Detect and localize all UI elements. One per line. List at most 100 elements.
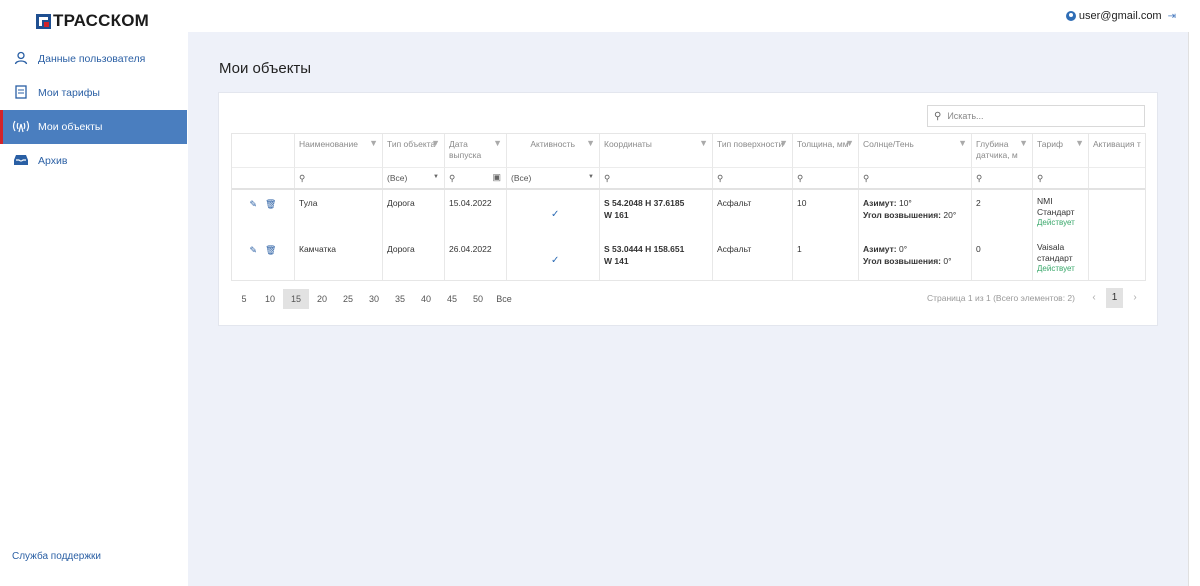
search-placeholder: Искать... bbox=[947, 111, 984, 121]
filter-icon[interactable]: ▼ bbox=[493, 138, 502, 149]
brand-name: ТРАССКОМ bbox=[53, 11, 149, 30]
search-icon: ⚲ bbox=[299, 172, 306, 183]
search-icon: ⚲ bbox=[717, 172, 724, 183]
tariff-status: Действует bbox=[1037, 218, 1075, 228]
filter-icon[interactable]: ▼ bbox=[369, 138, 378, 149]
page-size-option[interactable]: 5 bbox=[231, 289, 257, 309]
search-icon: ⚲ bbox=[797, 172, 804, 183]
column-header-type[interactable]: Тип объекта ▼ bbox=[383, 134, 445, 167]
cell-activity: ✓ bbox=[507, 190, 600, 236]
sidebar-item-label: Данные пользователя bbox=[38, 53, 146, 65]
page-size-option[interactable]: 20 bbox=[309, 289, 335, 309]
prev-page-icon[interactable]: ‹ bbox=[1087, 288, 1101, 308]
column-header-coordinates[interactable]: Координаты ▼ bbox=[600, 134, 713, 167]
search-icon: ⚲ bbox=[1037, 172, 1044, 183]
page-size-option[interactable]: 10 bbox=[257, 289, 283, 309]
cell-name: Камчатка bbox=[295, 236, 383, 280]
calendar-icon[interactable]: ▣ bbox=[492, 172, 501, 183]
filter-tariff-input[interactable]: ⚲ bbox=[1033, 167, 1089, 188]
filter-coordinates-input[interactable]: ⚲ bbox=[600, 167, 713, 188]
sidebar-item-user-data[interactable]: Данные пользователя bbox=[0, 42, 187, 76]
cell-date: 26.04.2022 bbox=[445, 236, 507, 280]
filter-activity-select[interactable]: (Все) ▼ bbox=[507, 167, 600, 188]
sidebar-item-archive[interactable]: Архив bbox=[0, 144, 187, 178]
sidebar-item-tariffs[interactable]: Мои тарифы bbox=[0, 76, 187, 110]
sidebar: Данные пользователя Мои тарифы Мои объек… bbox=[0, 32, 187, 586]
cell-thickness: 10 bbox=[793, 190, 859, 236]
page-size-option[interactable]: 45 bbox=[439, 289, 465, 309]
page-size-option[interactable]: 40 bbox=[413, 289, 439, 309]
table-filter-row: ⚲ (Все) ▼ ⚲ ▣ (Все) ▼ ⚲ ⚲ ⚲ ⚲ ⚲ ⚲ bbox=[232, 167, 1145, 190]
page-size-option-selected[interactable]: 15 bbox=[283, 289, 309, 309]
check-icon: ✓ bbox=[551, 255, 560, 266]
sidebar-item-label: Мои тарифы bbox=[38, 87, 100, 99]
page-info: Страница 1 из 1 (Всего элементов: 2) bbox=[927, 293, 1075, 303]
column-header-tariff[interactable]: Тариф ▼ bbox=[1033, 134, 1089, 167]
filter-type-select[interactable]: (Все) ▼ bbox=[383, 167, 445, 188]
user-menu[interactable]: user@gmail.com ⇥ bbox=[1065, 10, 1176, 22]
cell-sun-shade: Азимут: 0° Угол возвышения: 0° bbox=[859, 236, 972, 280]
scrollbar[interactable] bbox=[1188, 32, 1200, 586]
column-header-sun-shade[interactable]: Солнце/Тень ▼ bbox=[859, 134, 972, 167]
table-row[interactable]: ✎ 🗑 Тула Дорога 15.04.2022 ✓ S 54.2048 H … bbox=[232, 190, 1145, 236]
cell-date: 15.04.2022 bbox=[445, 190, 507, 236]
search-icon: ⚲ bbox=[976, 172, 983, 183]
cell-coordinates: S 54.2048 H 37.6185 W 161 bbox=[600, 190, 713, 236]
cell-thickness: 1 bbox=[793, 236, 859, 280]
sidebar-item-label: Мои объекты bbox=[38, 121, 103, 133]
objects-table: Наименование ▼ Тип объекта ▼ Дата выпуска ▼… bbox=[231, 133, 1146, 281]
filter-sun-shade-input[interactable]: ⚲ bbox=[859, 167, 972, 188]
filter-icon[interactable]: ▼ bbox=[845, 138, 854, 149]
main-content: Мои объекты ⚲ Искать... Наименование ▼ Ти… bbox=[188, 32, 1188, 586]
sidebar-item-label: Архив bbox=[38, 155, 68, 167]
chevron-down-icon: ▼ bbox=[433, 174, 439, 180]
column-header-surface[interactable]: Тип поверхности ▼ bbox=[713, 134, 793, 167]
filter-icon[interactable]: ▼ bbox=[1019, 138, 1028, 149]
filter-icon[interactable]: ▼ bbox=[586, 138, 595, 149]
cell-coordinates: S 53.0444 H 158.651 W 141 bbox=[600, 236, 713, 280]
search-input[interactable]: ⚲ Искать... bbox=[927, 105, 1145, 127]
page-number-button[interactable]: 1 bbox=[1106, 288, 1123, 308]
page-size-option[interactable]: 25 bbox=[335, 289, 361, 309]
page-title: Мои объекты bbox=[219, 60, 312, 77]
edit-icon[interactable]: ✎ bbox=[250, 198, 258, 211]
search-icon: ⚲ bbox=[863, 172, 870, 183]
page-size-option[interactable]: 30 bbox=[361, 289, 387, 309]
edit-icon[interactable]: ✎ bbox=[250, 244, 258, 257]
filter-date-input[interactable]: ⚲ ▣ bbox=[445, 167, 507, 188]
next-page-icon[interactable]: › bbox=[1128, 288, 1142, 308]
column-header-date[interactable]: Дата выпуска ▼ bbox=[445, 134, 507, 167]
filter-icon[interactable]: ▼ bbox=[699, 138, 708, 149]
filter-surface-input[interactable]: ⚲ bbox=[713, 167, 793, 188]
table-header-row: Наименование ▼ Тип объекта ▼ Дата выпуска ▼… bbox=[232, 134, 1145, 167]
filter-icon[interactable]: ▼ bbox=[779, 138, 788, 149]
column-header-thickness[interactable]: Толщина, мм ▼ bbox=[793, 134, 859, 167]
column-header-name[interactable]: Наименование ▼ bbox=[295, 134, 383, 167]
user-circle-icon bbox=[1065, 11, 1076, 21]
filter-icon[interactable]: ▼ bbox=[431, 138, 440, 149]
search-icon: ⚲ bbox=[604, 172, 611, 183]
page-size-option[interactable]: 50 bbox=[465, 289, 491, 309]
column-header-activity[interactable]: Активность ▼ bbox=[507, 134, 600, 167]
filter-name-input[interactable]: ⚲ bbox=[295, 167, 383, 188]
filter-depth-input[interactable]: ⚲ bbox=[972, 167, 1033, 188]
cell-surface: Асфальт bbox=[713, 190, 793, 236]
brand-logo[interactable]: ТРАССКОМ bbox=[36, 11, 149, 31]
antenna-icon bbox=[12, 119, 30, 136]
logout-icon[interactable]: ⇥ bbox=[1168, 11, 1176, 22]
table-row[interactable]: ✎ 🗑 Камчатка Дорога 26.04.2022 ✓ S 53.044… bbox=[232, 236, 1145, 280]
column-header-activation[interactable]: Активация т bbox=[1089, 134, 1145, 167]
column-header-depth[interactable]: Глубина датчика, м ▼ bbox=[972, 134, 1033, 167]
page-size-option[interactable]: Все bbox=[491, 289, 517, 309]
check-icon: ✓ bbox=[551, 209, 560, 220]
user-email[interactable]: user@gmail.com bbox=[1079, 10, 1162, 22]
support-link[interactable]: Служба поддержки bbox=[12, 551, 101, 562]
filter-thickness-input[interactable]: ⚲ bbox=[793, 167, 859, 188]
sidebar-item-objects[interactable]: Мои объекты bbox=[0, 110, 187, 144]
page-size-option[interactable]: 35 bbox=[387, 289, 413, 309]
search-icon: ⚲ bbox=[449, 172, 456, 183]
trash-icon[interactable]: 🗑 bbox=[265, 198, 276, 211]
trash-icon[interactable]: 🗑 bbox=[265, 244, 276, 257]
filter-icon[interactable]: ▼ bbox=[1075, 138, 1084, 149]
filter-icon[interactable]: ▼ bbox=[958, 138, 967, 149]
